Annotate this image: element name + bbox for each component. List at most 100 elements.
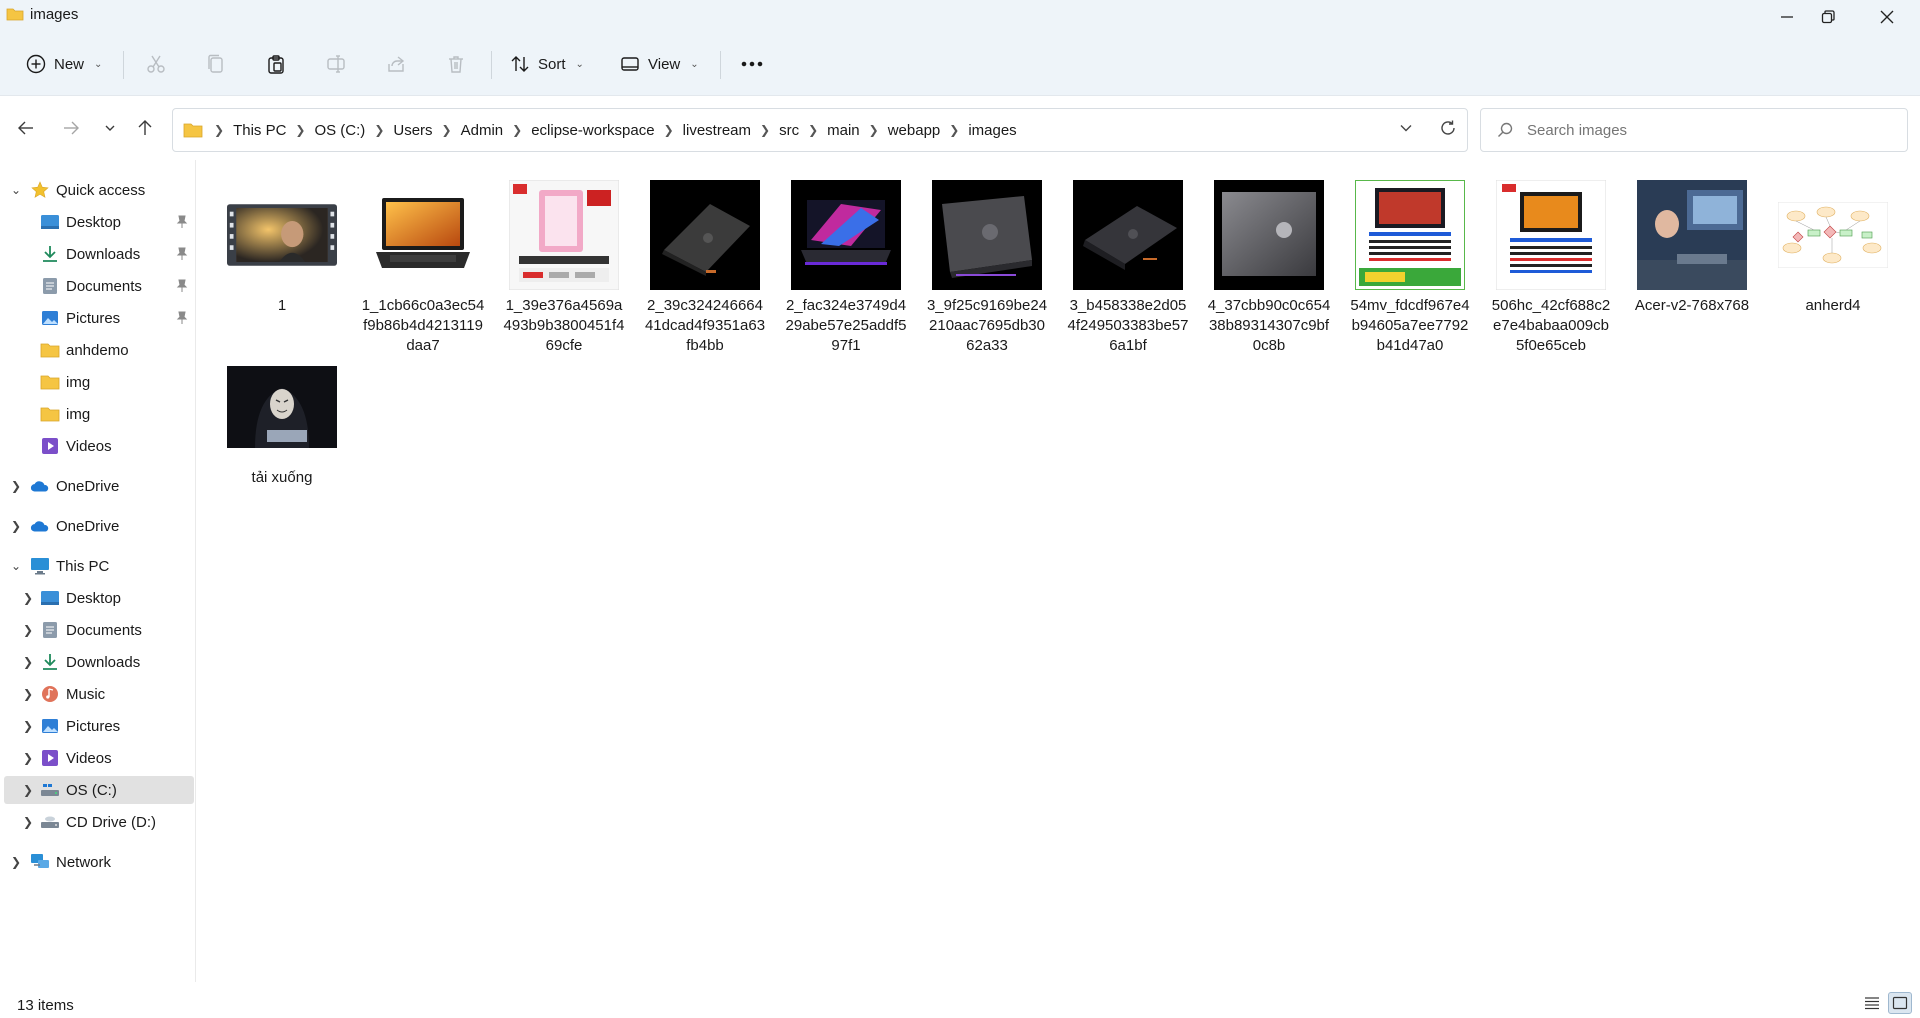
sidebar-item-this-pc[interactable]: ⌄ This PC bbox=[4, 552, 194, 580]
breadcrumb-os-c[interactable]: OS (C:) bbox=[310, 122, 369, 139]
sidebar-item-pc-downloads[interactable]: ❯ Downloads bbox=[4, 648, 194, 676]
breadcrumb-main[interactable]: main bbox=[823, 122, 864, 139]
restore-icon bbox=[1821, 9, 1835, 23]
file-item[interactable]: 1_1cb66c0a3ec54f9b86b4d4213119daa7 bbox=[353, 180, 493, 356]
file-item[interactable]: 54mv_fdcdf967e4b94605a7ee7792b41d47a0 bbox=[1340, 180, 1480, 356]
pin-icon[interactable] bbox=[176, 279, 188, 293]
chevron-down-icon[interactable]: ⌄ bbox=[8, 183, 24, 197]
chevron-right-icon[interactable]: ❯ bbox=[8, 519, 24, 533]
sidebar-item-anhdemo[interactable]: anhdemo bbox=[4, 336, 194, 364]
chevron-right-icon[interactable]: ❯ bbox=[20, 687, 36, 701]
sidebar-item-pc-music[interactable]: ❯ Music bbox=[4, 680, 194, 708]
file-item[interactable]: 506hc_42cf688c2e7e4babaa009cb5f0e65ceb bbox=[1481, 180, 1621, 356]
sidebar-item-documents[interactable]: Documents bbox=[4, 272, 194, 300]
sidebar-item-img[interactable]: img bbox=[4, 400, 194, 428]
rename-button[interactable] bbox=[326, 47, 346, 81]
item-count: 13 items bbox=[17, 997, 74, 1014]
document-icon bbox=[40, 621, 60, 639]
copy-button[interactable] bbox=[206, 47, 226, 81]
chevron-right-icon[interactable]: ❯ bbox=[20, 623, 36, 637]
breadcrumb-users[interactable]: Users bbox=[389, 122, 436, 139]
search-box[interactable] bbox=[1480, 108, 1908, 152]
breadcrumb-src[interactable]: src bbox=[775, 122, 803, 139]
restore-button[interactable] bbox=[1798, 0, 1858, 33]
breadcrumb-livestream[interactable]: livestream bbox=[679, 122, 755, 139]
file-item[interactable]: Acer-v2-768x768 bbox=[1622, 180, 1762, 316]
pin-icon[interactable] bbox=[176, 215, 188, 229]
pin-icon[interactable] bbox=[176, 247, 188, 261]
share-icon bbox=[388, 56, 405, 72]
close-button[interactable] bbox=[1857, 0, 1917, 33]
chevron-down-icon[interactable]: ⌄ bbox=[8, 559, 24, 573]
file-item[interactable]: tải xuống bbox=[212, 352, 352, 488]
file-item[interactable]: 4_37cbb90c0c65438b89314307c9bf0c8b bbox=[1199, 180, 1339, 356]
sidebar-item-network[interactable]: ❯ Network bbox=[4, 848, 194, 876]
file-item[interactable]: 3_b458338e2d054f249503383be576a1bf bbox=[1058, 180, 1198, 356]
new-button[interactable]: New ⌄ bbox=[26, 47, 102, 81]
sidebar-item-pictures[interactable]: Pictures bbox=[4, 304, 194, 332]
sort-button[interactable]: Sort ⌄ bbox=[510, 47, 584, 81]
sidebar-item-desktop[interactable]: Desktop bbox=[4, 208, 194, 236]
sidebar-item-label: Desktop bbox=[66, 213, 122, 231]
view-button[interactable]: View ⌄ bbox=[620, 47, 699, 81]
sidebar-item-pc-documents[interactable]: ❯ Documents bbox=[4, 616, 194, 644]
cut-button[interactable] bbox=[146, 47, 166, 81]
search-input[interactable] bbox=[1527, 121, 1887, 139]
breadcrumb-webapp[interactable]: webapp bbox=[884, 122, 945, 139]
sidebar-item-quick-access[interactable]: ⌄ Quick access bbox=[4, 176, 194, 204]
chevron-down-icon: ⌄ bbox=[690, 58, 699, 70]
chevron-right-icon: ❯ bbox=[441, 123, 452, 137]
sidebar-item-pc-pictures[interactable]: ❯ Pictures bbox=[4, 712, 194, 740]
address-bar[interactable]: ❯ This PC ❯ OS (C:) ❯ Users ❯ Admin ❯ ec… bbox=[172, 108, 1468, 152]
large-icons-view-button[interactable] bbox=[1888, 992, 1912, 1014]
chevron-right-icon[interactable]: ❯ bbox=[8, 855, 24, 869]
file-item[interactable]: 2_39c32424666441dcad4f9351a63fb4bb bbox=[635, 180, 775, 356]
sidebar-item-downloads[interactable]: Downloads bbox=[4, 240, 194, 268]
sidebar-item-videos[interactable]: Videos bbox=[4, 432, 194, 460]
chevron-right-icon[interactable]: ❯ bbox=[20, 719, 36, 733]
folder-icon bbox=[40, 373, 60, 391]
chevron-right-icon[interactable]: ❯ bbox=[8, 479, 24, 493]
file-item[interactable]: 3_9f25c9169be24210aac7695db3062a33 bbox=[917, 180, 1057, 356]
file-item[interactable]: 2_fac324e3749d429abe57e25addf597f1 bbox=[776, 180, 916, 356]
sidebar-item-os-c[interactable]: ❯ OS (C:) bbox=[4, 776, 194, 804]
sidebar-item-label: anhdemo bbox=[66, 341, 129, 359]
back-button[interactable] bbox=[14, 116, 38, 140]
share-button[interactable] bbox=[386, 47, 406, 81]
image-thumbnail bbox=[791, 180, 901, 290]
file-item[interactable]: 1 bbox=[212, 180, 352, 316]
breadcrumb-this-pc[interactable]: This PC bbox=[229, 122, 290, 139]
up-button[interactable] bbox=[133, 116, 157, 140]
pin-icon[interactable] bbox=[176, 311, 188, 325]
sidebar-item-onedrive[interactable]: ❯ OneDrive bbox=[4, 472, 194, 500]
details-view-button[interactable] bbox=[1860, 992, 1884, 1014]
chevron-right-icon[interactable]: ❯ bbox=[20, 591, 36, 605]
chevron-down-icon[interactable] bbox=[1399, 121, 1413, 135]
chevron-right-icon[interactable]: ❯ bbox=[20, 655, 36, 669]
sidebar-item-pc-videos[interactable]: ❯ Videos bbox=[4, 744, 194, 772]
chevron-right-icon[interactable]: ❯ bbox=[20, 751, 36, 765]
image-thumbnail bbox=[368, 180, 478, 290]
breadcrumb-eclipse-workspace[interactable]: eclipse-workspace bbox=[527, 122, 658, 139]
breadcrumb-admin[interactable]: Admin bbox=[457, 122, 508, 139]
sidebar-item-cd-drive[interactable]: ❯ CD Drive (D:) bbox=[4, 808, 194, 836]
more-options-button[interactable] bbox=[740, 47, 764, 81]
sidebar-item-label: Downloads bbox=[66, 245, 141, 263]
breadcrumb-images[interactable]: images bbox=[964, 122, 1020, 139]
recent-locations-button[interactable] bbox=[98, 116, 122, 140]
sidebar-item-onedrive[interactable]: ❯ OneDrive bbox=[4, 512, 194, 540]
scissors-icon bbox=[147, 55, 165, 73]
file-item[interactable]: anherd4 bbox=[1763, 180, 1903, 316]
sidebar-item-img[interactable]: img bbox=[4, 368, 194, 396]
chevron-right-icon[interactable]: ❯ bbox=[20, 815, 36, 829]
close-icon bbox=[1880, 10, 1894, 23]
sidebar-item-pc-desktop[interactable]: ❯ Desktop bbox=[4, 584, 194, 612]
sidebar-item-label: OneDrive bbox=[56, 517, 120, 535]
chevron-right-icon[interactable]: ❯ bbox=[20, 783, 36, 797]
sidebar-item-label: This PC bbox=[56, 557, 110, 575]
paste-button[interactable] bbox=[266, 47, 286, 81]
refresh-icon[interactable] bbox=[1439, 119, 1457, 137]
delete-button[interactable] bbox=[446, 47, 466, 81]
forward-button[interactable] bbox=[59, 116, 83, 140]
file-item[interactable]: 1_39e376a4569a493b9b3800451f469cfe bbox=[494, 180, 634, 356]
